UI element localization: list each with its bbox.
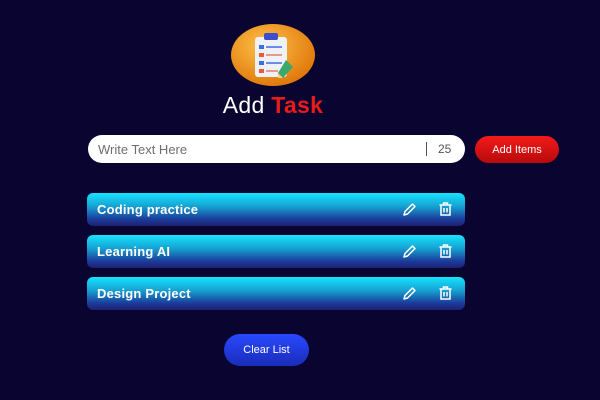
trash-icon[interactable] (438, 285, 453, 301)
clear-list-button[interactable]: Clear List (224, 334, 309, 366)
clipboard-checklist-icon (231, 24, 315, 86)
task-label: Design Project (97, 286, 191, 301)
task-item: Design Project (87, 277, 465, 310)
pencil-icon[interactable] (402, 202, 417, 217)
add-items-button[interactable]: Add Items (475, 136, 559, 163)
pencil-icon[interactable] (402, 286, 417, 301)
page-title: Add Task (0, 92, 546, 119)
input-separator (426, 142, 427, 156)
task-label: Coding practice (97, 202, 199, 217)
task-input-container: 25 (88, 135, 465, 163)
title-task-word: Task (271, 92, 324, 118)
task-text-input[interactable] (88, 141, 408, 157)
char-counter: 25 (438, 142, 452, 156)
trash-icon[interactable] (438, 243, 453, 259)
pencil-icon[interactable] (402, 244, 417, 259)
title-add-word: Add (222, 92, 265, 118)
task-item: Learning AI (87, 235, 465, 268)
task-label: Learning AI (97, 244, 171, 259)
task-item: Coding practice (87, 193, 465, 226)
trash-icon[interactable] (438, 201, 453, 217)
